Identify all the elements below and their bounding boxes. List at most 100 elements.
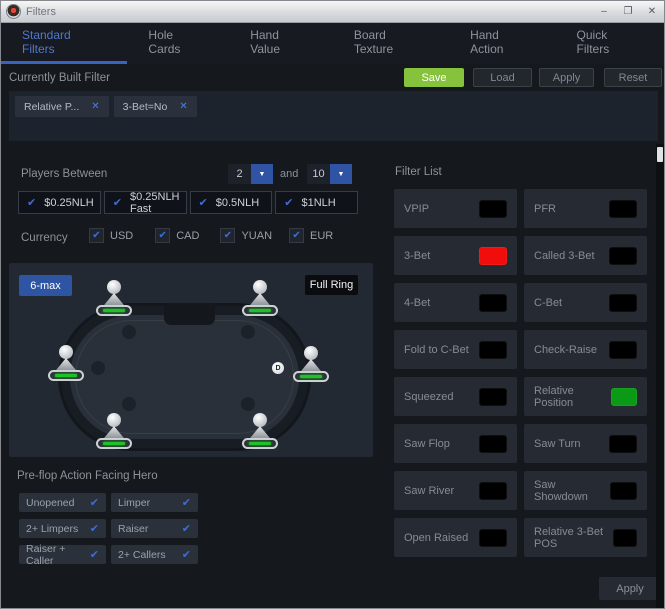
tab-board-texture[interactable]: Board Texture [333,23,449,64]
filter-item-4bet[interactable]: 4-Bet [394,283,517,322]
remove-chip-icon[interactable]: ✕ [91,101,99,112]
check-icon: ✔ [112,197,122,209]
filter-item-fold-to-cbet[interactable]: Fold to C-Bet [394,330,517,369]
tab-hole-cards[interactable]: Hole Cards [127,23,229,64]
preflop-option-2plus-callers[interactable]: 2+ Callers ✔ [111,545,198,564]
check-icon: ✔ [223,230,233,241]
filter-item-saw-river[interactable]: Saw River [394,471,517,510]
reset-button[interactable]: Reset [604,68,662,87]
filter-color-toggle[interactable] [609,246,637,265]
filter-item-relative-3bet-pos[interactable]: Relative 3-Bet POS [524,518,647,557]
check-icon: ✔ [158,230,167,241]
window-controls: – ❐ ✕ [597,5,659,19]
player-avatar-icon [304,346,318,360]
filter-item-check-raise[interactable]: Check-Raise [524,330,647,369]
players-min-value[interactable]: 2 [228,164,251,184]
close-icon[interactable]: ✕ [645,5,659,19]
full-ring-button[interactable]: Full Ring [305,275,358,295]
load-button[interactable]: Load [473,68,532,87]
filter-item-squeezed[interactable]: Squeezed [394,377,517,416]
preflop-option-unopened[interactable]: Unopened ✔ [19,493,106,512]
player-seat-bottom-right[interactable] [241,413,279,449]
filter-list-grid: VPIP PFR 3-Bet Called 3-Bet 4-Bet C-Bet … [394,189,647,557]
filter-color-toggle[interactable] [479,387,507,406]
filter-item-relative-position[interactable]: Relative Position [524,377,647,416]
title-bar: Filters – ❐ ✕ [1,1,664,23]
table-preview-panel: 6-max Full Ring D [9,263,373,457]
filter-color-toggle[interactable] [609,434,637,453]
filter-item-saw-flop[interactable]: Saw Flop [394,424,517,463]
preflop-option-raiser[interactable]: Raiser ✔ [111,519,198,538]
check-icon: ✔ [181,523,191,535]
stake-checkbox-025nlh-fast[interactable]: ✔ $0.25NLH Fast [103,191,187,215]
filter-item-saw-turn[interactable]: Saw Turn [524,424,647,463]
filter-item-called-3bet[interactable]: Called 3-Bet [524,236,647,275]
scrollbar-thumb[interactable] [657,147,663,162]
remove-chip-icon[interactable]: ✕ [179,101,187,112]
filter-item-cbet[interactable]: C-Bet [524,283,647,322]
filter-chip-3bet-no[interactable]: 3-Bet=No ✕ [113,96,197,117]
preflop-option-label: Raiser + Caller [26,542,66,567]
players-max-value[interactable]: 10 [307,164,330,184]
filter-color-toggle[interactable] [609,293,637,312]
filter-color-toggle[interactable] [609,199,637,218]
player-seat-top-right[interactable] [241,280,279,316]
maximize-icon[interactable]: ❐ [621,5,635,19]
filter-color-toggle[interactable] [479,434,507,453]
filters-window: Filters – ❐ ✕ Standard Filters Hole Card… [0,0,665,609]
filter-chip-relative-position[interactable]: Relative P... ✕ [15,96,109,117]
filter-item-pfr[interactable]: PFR [524,189,647,228]
filter-color-toggle[interactable] [479,481,507,500]
minimize-icon[interactable]: – [597,5,611,19]
currency-checkbox-cad[interactable]: ✔ [155,228,171,243]
preflop-option-label: 2+ Callers [118,548,166,561]
stake-checkbox-05nlh[interactable]: ✔ $0.5NLH [189,191,273,214]
filter-color-toggle[interactable] [613,528,637,547]
player-seat-top-left[interactable] [95,280,133,316]
filter-color-toggle[interactable] [609,481,637,500]
player-seat-bottom-left[interactable] [95,413,133,449]
players-max-dropdown[interactable]: 10 ▼ [307,164,352,184]
player-seat-right[interactable] [292,346,330,382]
preflop-action-label: Pre-flop Action Facing Hero [17,470,158,482]
filter-color-toggle[interactable] [479,199,507,218]
player-avatar-icon [253,413,267,427]
filter-item-label: PFR [534,202,556,215]
stake-checkbox-025nlh[interactable]: ✔ $0.25NLH [18,191,101,214]
currency-checkbox-eur[interactable]: ✔ [289,228,305,243]
preflop-option-limper[interactable]: Limper ✔ [111,493,198,512]
filter-color-toggle[interactable] [479,528,507,547]
stake-checkbox-1nlh[interactable]: ✔ $1NLH [275,191,358,214]
apply-button-bottom[interactable]: Apply [599,577,661,600]
tab-standard-filters[interactable]: Standard Filters [1,23,128,64]
filter-item-vpip[interactable]: VPIP [394,189,517,228]
filter-color-toggle[interactable] [479,340,507,359]
chevron-down-icon[interactable]: ▼ [330,164,352,184]
players-min-dropdown[interactable]: 2 ▼ [228,164,273,184]
tab-hand-value[interactable]: Hand Value [229,23,333,64]
filter-color-toggle[interactable] [610,387,637,406]
filter-item-label: 4-Bet [404,296,431,309]
filter-color-toggle[interactable] [479,246,507,265]
apply-button-top[interactable]: Apply [539,68,594,87]
tab-quick-filters[interactable]: Quick Filters [556,23,664,64]
preflop-option-raiser-caller[interactable]: Raiser + Caller ✔ [19,542,106,567]
vertical-scrollbar[interactable] [656,144,664,608]
stake-label: $0.25NLH [44,196,94,209]
chevron-down-icon[interactable]: ▼ [251,164,273,184]
filter-item-label: Squeezed [404,390,454,403]
currency-option-label: CAD [176,229,200,242]
filter-item-open-raised[interactable]: Open Raised [394,518,517,557]
currency-checkbox-usd[interactable]: ✔ [89,228,104,243]
filter-item-saw-showdown[interactable]: Saw Showdown [524,471,647,510]
filter-color-toggle[interactable] [609,340,637,359]
tab-hand-action[interactable]: Hand Action [449,23,555,64]
check-icon: ✔ [284,197,294,209]
preflop-option-2plus-limpers[interactable]: 2+ Limpers ✔ [19,519,106,538]
currency-checkbox-yuan[interactable]: ✔ [220,228,236,243]
player-seat-left[interactable] [47,345,85,381]
filter-item-3bet[interactable]: 3-Bet [394,236,517,275]
filter-color-toggle[interactable] [479,293,507,312]
six-max-button[interactable]: 6-max [19,275,72,296]
save-button[interactable]: Save [404,68,464,87]
